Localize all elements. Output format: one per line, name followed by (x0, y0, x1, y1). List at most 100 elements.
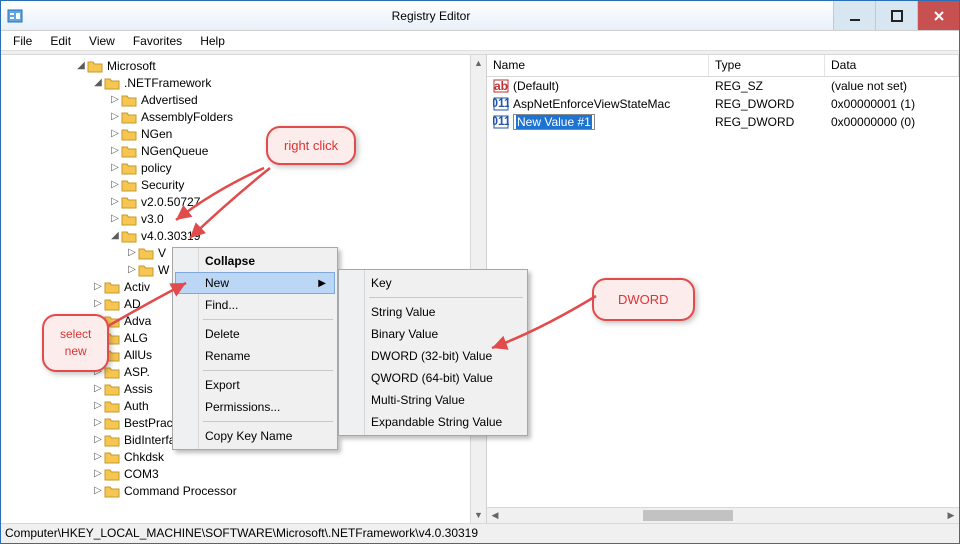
list-row[interactable]: 011 New Value #1 REG_DWORD 0x00000000 (0) (487, 113, 959, 131)
folder-icon (104, 433, 120, 447)
value-data: 0x00000000 (0) (825, 115, 959, 129)
list-row[interactable]: 011AspNetEnforceViewStateMac REG_DWORD 0… (487, 95, 959, 113)
folder-icon (104, 399, 120, 413)
tree-item[interactable]: ▷ v3.0 (1, 210, 470, 227)
menu-file[interactable]: File (5, 32, 40, 50)
expander-icon[interactable]: ▷ (92, 434, 104, 445)
expander-icon[interactable]: ▷ (109, 196, 121, 207)
tree-item[interactable]: ▷ AssemblyFolders (1, 108, 470, 125)
expander-icon[interactable]: ▷ (109, 111, 121, 122)
submenu-arrow-icon: ▶ (318, 278, 326, 289)
menu-item[interactable]: QWORD (64-bit) Value (341, 367, 525, 389)
expander-icon[interactable]: ▷ (92, 281, 104, 292)
tree-item[interactable]: ▷ policy (1, 159, 470, 176)
list-pane: Name Type Data ab(Default) REG_SZ (value… (487, 55, 959, 523)
expander-icon[interactable]: ◢ (75, 60, 87, 71)
menu-favorites[interactable]: Favorites (125, 32, 190, 50)
expander-icon[interactable]: ▷ (109, 179, 121, 190)
scroll-down-icon[interactable]: ▼ (474, 507, 483, 523)
scroll-up-icon[interactable]: ▲ (474, 55, 483, 71)
col-type[interactable]: Type (709, 55, 825, 76)
expander-icon[interactable]: ◢ (109, 230, 121, 241)
tree-item[interactable]: ▷ Command Processor (1, 482, 470, 499)
menu-item[interactable]: Expandable String Value (341, 411, 525, 433)
menu-item[interactable]: Rename (175, 345, 335, 367)
dword-value-icon: 011 (493, 114, 509, 130)
menu-item[interactable]: Binary Value (341, 323, 525, 345)
expander-icon[interactable]: ▷ (92, 383, 104, 394)
menu-item[interactable]: Delete (175, 323, 335, 345)
tree-label: AssemblyFolders (140, 110, 234, 124)
expander-icon[interactable]: ▷ (109, 162, 121, 173)
menu-item[interactable]: Key (341, 272, 525, 294)
callout-dword: DWORD (592, 278, 695, 321)
tree-item[interactable]: ▷ Advertised (1, 91, 470, 108)
menu-item[interactable]: Find... (175, 294, 335, 316)
value-type: REG_DWORD (709, 115, 825, 129)
expander-icon[interactable]: ▷ (109, 128, 121, 139)
list-hscrollbar[interactable]: ◀ ▶ (487, 507, 959, 523)
titlebar[interactable]: Registry Editor (1, 1, 959, 31)
expander-icon[interactable]: ▷ (126, 264, 138, 275)
expander-icon[interactable]: ▷ (109, 94, 121, 105)
menu-item[interactable]: Collapse (175, 250, 335, 272)
folder-icon (121, 127, 137, 141)
hscroll-thumb[interactable] (643, 510, 733, 521)
tree-item[interactable]: ◢ v4.0.30319 (1, 227, 470, 244)
col-name[interactable]: Name (487, 55, 709, 76)
tree-label: Microsoft (106, 59, 157, 73)
scroll-right-icon[interactable]: ▶ (943, 510, 959, 521)
tree-label: .NETFramework (123, 76, 212, 90)
tree-item[interactable]: ▷ Chkdsk (1, 448, 470, 465)
tree-item[interactable]: ▷ NGenQueue (1, 142, 470, 159)
expander-icon[interactable]: ▷ (92, 485, 104, 496)
tree-item[interactable]: ▷ NGen (1, 125, 470, 142)
list-body[interactable]: ab(Default) REG_SZ (value not set) 011As… (487, 77, 959, 507)
tree-item[interactable]: ◢ Microsoft (1, 57, 470, 74)
menu-help[interactable]: Help (192, 32, 233, 50)
svg-text:011: 011 (493, 114, 509, 128)
folder-icon (121, 195, 137, 209)
string-value-icon: ab (493, 78, 509, 94)
expander-icon[interactable]: ▷ (92, 417, 104, 428)
dword-value-icon: 011 (493, 96, 509, 112)
menu-item[interactable]: New▶ (175, 272, 335, 294)
menu-view[interactable]: View (81, 32, 123, 50)
close-button[interactable] (917, 1, 959, 30)
tree-item[interactable]: ▷ COM3 (1, 465, 470, 482)
expander-icon[interactable]: ▷ (92, 451, 104, 462)
svg-text:ab: ab (494, 79, 508, 93)
value-data: 0x00000001 (1) (825, 97, 959, 111)
menu-edit[interactable]: Edit (42, 32, 79, 50)
expander-icon[interactable]: ◢ (92, 77, 104, 88)
expander-icon[interactable]: ▷ (109, 213, 121, 224)
scroll-left-icon[interactable]: ◀ (487, 510, 503, 521)
rename-input[interactable]: New Value #1 (513, 114, 595, 130)
expander-icon[interactable]: ▷ (92, 400, 104, 411)
expander-icon[interactable]: ▷ (109, 145, 121, 156)
tree-label: v2.0.50727 (140, 195, 201, 209)
expander-icon[interactable]: ▷ (92, 468, 104, 479)
value-name: (Default) (513, 79, 559, 93)
folder-icon (104, 467, 120, 481)
tree-item[interactable]: ◢ .NETFramework (1, 74, 470, 91)
tree-item[interactable]: ▷ v2.0.50727 (1, 193, 470, 210)
minimize-button[interactable] (833, 1, 875, 30)
menu-item[interactable]: Multi-String Value (341, 389, 525, 411)
tree-item[interactable]: ▷ Security (1, 176, 470, 193)
expander-icon[interactable]: ▷ (92, 298, 104, 309)
list-row[interactable]: ab(Default) REG_SZ (value not set) (487, 77, 959, 95)
menu-item[interactable]: Permissions... (175, 396, 335, 418)
menu-item[interactable]: Copy Key Name (175, 425, 335, 447)
col-data[interactable]: Data (825, 55, 959, 76)
maximize-button[interactable] (875, 1, 917, 30)
menu-item[interactable]: DWORD (32-bit) Value (341, 345, 525, 367)
tree-label: ALG (123, 331, 149, 345)
folder-icon (104, 76, 120, 90)
menu-item[interactable]: String Value (341, 301, 525, 323)
tree-label: Adva (123, 314, 152, 328)
menu-item[interactable]: Export (175, 374, 335, 396)
expander-icon[interactable]: ▷ (126, 247, 138, 258)
folder-icon (104, 382, 120, 396)
menubar: File Edit View Favorites Help (1, 31, 959, 51)
